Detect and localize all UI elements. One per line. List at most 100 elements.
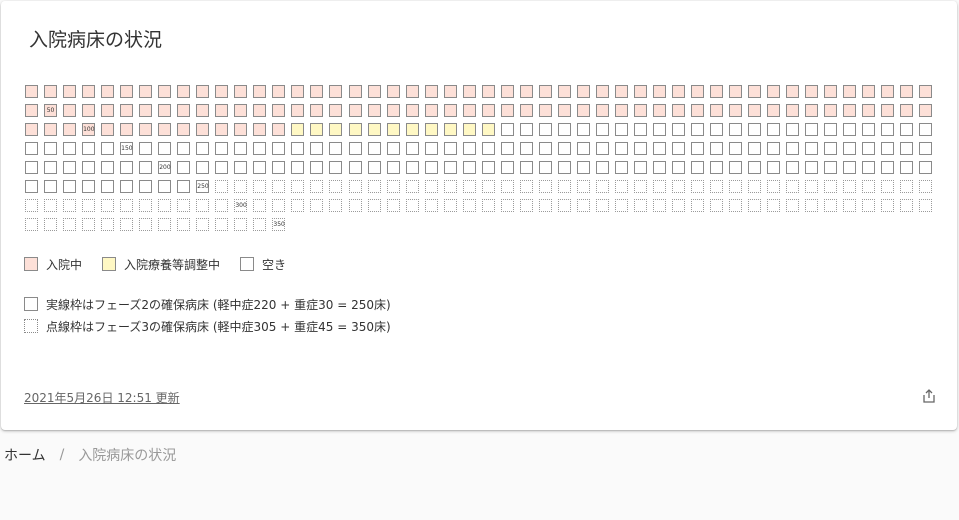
bed-cell-vacant <box>348 199 362 212</box>
bed-cell-vacant <box>196 199 210 212</box>
bed-cell-vacant <box>595 142 609 155</box>
bed-cell-hospitalized <box>614 85 628 98</box>
share-button[interactable] <box>921 388 937 404</box>
bed-cell-hospitalized <box>462 104 476 117</box>
bed-cell-vacant <box>272 161 286 174</box>
bed-cell-vacant <box>405 180 419 193</box>
bed-cell-hospitalized <box>405 104 419 117</box>
bed-cell-vacant <box>824 123 838 136</box>
bed-cell-vacant <box>862 180 876 193</box>
bed-cell-hospitalized <box>862 85 876 98</box>
bed-milestone-label: 250 <box>197 183 209 190</box>
bed-cell-vacant <box>862 123 876 136</box>
bed-cell-vacant <box>500 180 514 193</box>
bed-cell-hospitalized <box>748 85 762 98</box>
bed-cell-vacant <box>462 142 476 155</box>
legend-item-adjusting: 入院療養等調整中 <box>102 256 220 273</box>
bed-cell-hospitalized <box>234 104 248 117</box>
bed-cell-hospitalized <box>805 104 819 117</box>
bed-cell-vacant <box>824 142 838 155</box>
bed-cell-vacant <box>519 142 533 155</box>
bed-cell-hospitalized <box>158 123 172 136</box>
bed-cell-vacant <box>538 142 552 155</box>
bed-cell-hospitalized <box>481 85 495 98</box>
legend-label-hospitalized: 入院中 <box>46 257 83 272</box>
bed-cell-hospitalized <box>329 104 343 117</box>
bed-cell-vacant <box>367 142 381 155</box>
legend-item-vacant: 空き <box>240 256 286 273</box>
bed-cell-vacant <box>881 180 895 193</box>
bed-cell-vacant <box>576 142 590 155</box>
bed-cell-vacant <box>786 123 800 136</box>
bed-cell-vacant <box>253 161 267 174</box>
bed-cell-hospitalized <box>881 104 895 117</box>
bed-cell-vacant <box>481 199 495 212</box>
bed-cell-vacant <box>481 180 495 193</box>
bed-cell-vacant <box>557 161 571 174</box>
bed-cell-vacant <box>557 180 571 193</box>
bed-cell-hospitalized <box>367 85 381 98</box>
frame-note-dotted: 点線枠はフェーズ3の確保病床 (軽中症305 + 重症45 = 350床) <box>24 318 391 334</box>
bed-cell-vacant <box>367 161 381 174</box>
bed-cell-vacant <box>500 123 514 136</box>
bed-cell-hospitalized <box>443 104 457 117</box>
bed-cell-hospitalized <box>253 85 267 98</box>
bed-cell-vacant <box>633 142 647 155</box>
bed-cell-hospitalized <box>25 104 38 117</box>
bed-cell-vacant <box>786 180 800 193</box>
bed-cell-vacant <box>329 180 343 193</box>
bed-cell-vacant <box>139 218 153 231</box>
bed-cell-vacant <box>253 199 267 212</box>
bed-cell-vacant <box>805 161 819 174</box>
bed-cell-hospitalized <box>291 104 305 117</box>
bed-cell-vacant <box>652 180 666 193</box>
legend-swatch-vacant <box>240 257 255 271</box>
bed-cell-vacant <box>519 161 533 174</box>
bed-cell-vacant <box>710 123 724 136</box>
bed-cell-vacant <box>234 142 248 155</box>
bed-cell-vacant <box>177 199 191 212</box>
bed-cell-vacant <box>900 161 914 174</box>
bed-cell-vacant <box>348 161 362 174</box>
bed-cell-vacant <box>405 142 419 155</box>
bed-cell-hospitalized <box>767 85 781 98</box>
breadcrumb-home-link[interactable]: ホーム <box>4 445 46 465</box>
bed-cell-vacant <box>329 161 343 174</box>
bed-cell-vacant <box>672 142 686 155</box>
bed-cell-vacant <box>767 142 781 155</box>
bed-cell-vacant <box>824 180 838 193</box>
bed-cell-hospitalized <box>900 85 914 98</box>
bed-cell-hospitalized <box>139 104 153 117</box>
bed-cell-hospitalized <box>234 85 248 98</box>
bed-cell-adjusting <box>367 123 381 136</box>
updated-timestamp: 2021年5月26日 12:51 更新 <box>24 391 180 405</box>
bed-cell-vacant <box>919 199 933 212</box>
bed-cell-vacant: 350 <box>272 218 286 231</box>
bed-cell-vacant <box>881 142 895 155</box>
bed-cell-hospitalized <box>253 123 267 136</box>
bed-cell-vacant <box>672 199 686 212</box>
bed-cell-vacant <box>786 161 800 174</box>
bed-cell-vacant <box>843 123 857 136</box>
legend-label-adjusting: 入院療養等調整中 <box>124 257 221 272</box>
bed-cell-vacant <box>253 142 267 155</box>
bed-cell-adjusting <box>386 123 400 136</box>
bed-cell-vacant <box>748 142 762 155</box>
bed-cell-vacant <box>424 142 438 155</box>
bed-cell-vacant <box>101 218 115 231</box>
bed-milestone-label: 50 <box>46 107 55 114</box>
bed-cell-hospitalized <box>805 85 819 98</box>
bed-cell-vacant <box>177 142 191 155</box>
bed-cell-hospitalized <box>348 85 362 98</box>
bed-cell-vacant <box>633 199 647 212</box>
bed-cell-vacant <box>881 161 895 174</box>
bed-cell-hospitalized <box>120 123 134 136</box>
breadcrumb: ホーム / 入院病床の状況 <box>4 445 176 465</box>
bed-cell-vacant <box>824 161 838 174</box>
bed-cell-vacant <box>120 180 134 193</box>
bed-cell-vacant <box>44 142 58 155</box>
bed-cell-vacant <box>101 180 115 193</box>
bed-cell-vacant <box>196 161 210 174</box>
bed-cell-hospitalized <box>862 104 876 117</box>
bed-cell-vacant <box>900 142 914 155</box>
